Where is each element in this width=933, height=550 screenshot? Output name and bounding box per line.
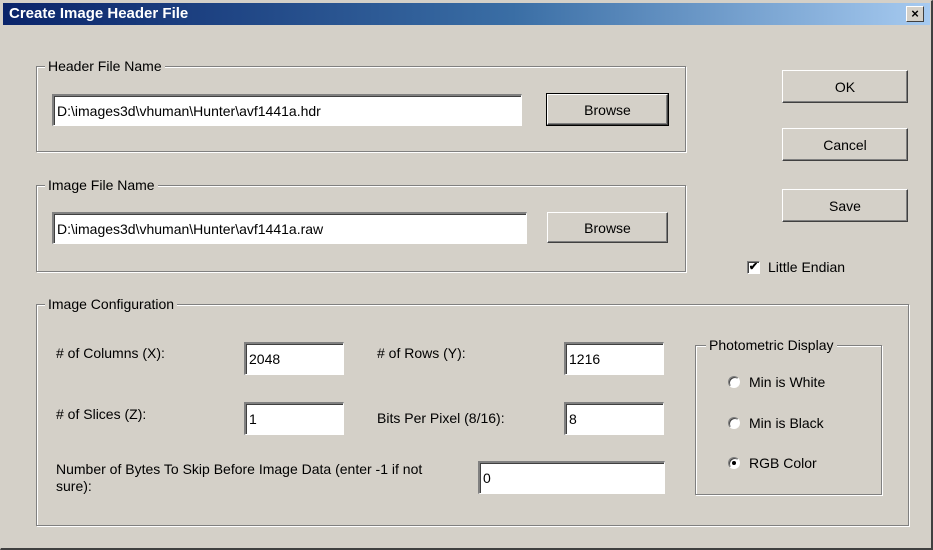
window-title: Create Image Header File (9, 5, 189, 22)
title-bar: Create Image Header File × (3, 3, 930, 25)
min-is-white-label[interactable]: Min is White (749, 374, 825, 391)
image-configuration-legend: Image Configuration (45, 296, 178, 312)
close-icon[interactable]: × (906, 6, 924, 22)
rgb-color-radio[interactable] (728, 457, 740, 469)
columns-input[interactable] (244, 342, 344, 375)
header-browse-button[interactable]: Browse (546, 93, 669, 126)
ok-button[interactable]: OK (782, 70, 908, 103)
min-is-black-radio[interactable] (728, 417, 740, 429)
radio-selected-dot-icon (732, 461, 736, 465)
create-image-header-dialog: Create Image Header File × Header File N… (0, 0, 933, 550)
checkmark-icon: ✔ (748, 261, 759, 273)
rows-input[interactable] (564, 342, 664, 375)
photometric-display-legend: Photometric Display (706, 337, 837, 353)
rows-label: # of Rows (Y): (377, 345, 466, 361)
header-file-legend: Header File Name (45, 58, 165, 74)
slices-label: # of Slices (Z): (56, 406, 147, 422)
image-file-legend: Image File Name (45, 177, 158, 193)
image-file-path-input[interactable] (52, 212, 527, 244)
columns-label: # of Columns (X): (56, 345, 165, 361)
little-endian-checkbox[interactable]: ✔ (747, 261, 760, 274)
header-file-path-input[interactable] (52, 94, 522, 126)
image-browse-button[interactable]: Browse (547, 212, 668, 243)
save-button[interactable]: Save (782, 189, 908, 222)
skip-bytes-input[interactable] (478, 461, 665, 494)
rgb-color-label[interactable]: RGB Color (749, 455, 817, 472)
min-is-white-radio[interactable] (728, 376, 740, 388)
cancel-button[interactable]: Cancel (782, 128, 908, 161)
skip-bytes-label: Number of Bytes To Skip Before Image Dat… (56, 461, 423, 494)
slices-input[interactable] (244, 402, 344, 435)
bits-per-pixel-input[interactable] (564, 402, 664, 435)
bits-per-pixel-label: Bits Per Pixel (8/16): (377, 410, 505, 426)
little-endian-label[interactable]: Little Endian (768, 259, 845, 276)
min-is-black-label[interactable]: Min is Black (749, 415, 824, 432)
